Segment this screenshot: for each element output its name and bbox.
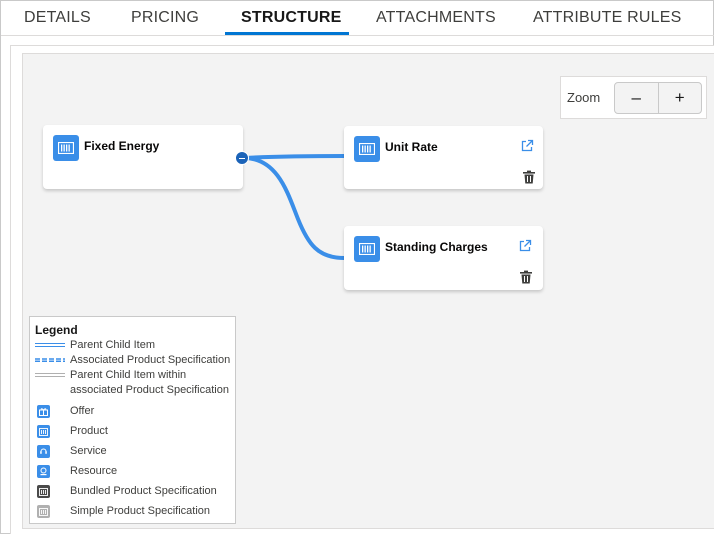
legend-title: Legend (35, 323, 78, 337)
tab-bar-divider (1, 35, 714, 36)
delete-icon[interactable] (519, 270, 533, 284)
bundled-spec-icon (37, 485, 50, 498)
open-link-icon[interactable] (520, 139, 534, 153)
legend-label: Resource (70, 465, 118, 477)
legend-label: Offer (70, 405, 95, 417)
product-icon (354, 236, 380, 262)
resource-icon (37, 465, 50, 478)
tab-pricing[interactable]: PRICING (131, 9, 199, 27)
nested-parent-child-line-swatch (35, 373, 65, 377)
legend-label: Simple Product Specification (70, 505, 211, 517)
tab-attribute-rules[interactable]: ATTRIBUTE RULES (533, 9, 682, 27)
collapse-children-button[interactable] (235, 151, 249, 165)
delete-icon[interactable] (522, 170, 536, 184)
node-fixed-energy[interactable]: Fixed Energy (43, 125, 243, 189)
simple-spec-icon (37, 505, 50, 518)
node-standing-charges[interactable]: Standing Charges (344, 226, 543, 290)
parent-child-line-swatch (35, 343, 65, 347)
legend: Legend Parent Child Item Associated Prod… (29, 316, 236, 524)
legend-label: Product (70, 425, 108, 437)
connector-fixed-energy-to-unit-rate (243, 154, 345, 160)
zoom-button-group: – + (614, 82, 702, 114)
zoom-label: Zoom (567, 90, 601, 105)
associated-spec-line-swatch (35, 358, 65, 362)
zoom-out-button[interactable]: – (615, 83, 658, 113)
structure-panel: DETAILS PRICING STRUCTURE ATTACHMENTS AT… (0, 0, 714, 534)
node-title: Fixed Energy (84, 139, 160, 153)
product-icon (53, 135, 79, 161)
legend-label: Bundled Product Specification (70, 485, 217, 497)
tab-attachments[interactable]: ATTACHMENTS (376, 9, 496, 27)
legend-label: Service (70, 445, 107, 457)
legend-label: Associated Product Specification (70, 354, 231, 366)
legend-label: Parent Child Item (70, 339, 155, 351)
product-icon (37, 425, 50, 438)
node-title: Unit Rate (385, 140, 438, 154)
connector-fixed-energy-to-standing-charges (243, 156, 345, 260)
offer-icon (37, 405, 50, 418)
node-unit-rate[interactable]: Unit Rate (344, 126, 543, 189)
legend-label: associated Product Specification (70, 384, 229, 396)
service-icon (37, 445, 50, 458)
zoom-in-button[interactable]: + (657, 83, 702, 113)
open-link-icon[interactable] (518, 239, 532, 253)
legend-label: Parent Child Item within (70, 369, 187, 381)
zoom-control: Zoom – + (560, 76, 707, 119)
node-title: Standing Charges (385, 240, 488, 254)
structure-canvas[interactable]: Fixed Energy Unit Rate Standing Charges … (22, 53, 714, 529)
product-icon (354, 136, 380, 162)
tab-structure[interactable]: STRUCTURE (241, 9, 341, 27)
tab-details[interactable]: DETAILS (24, 9, 91, 27)
tab-bar: DETAILS PRICING STRUCTURE ATTACHMENTS AT… (1, 1, 714, 36)
